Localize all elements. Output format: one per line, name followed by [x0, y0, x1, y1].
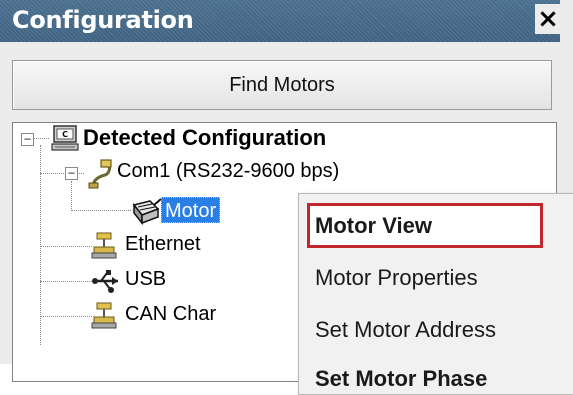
- tree-node-can[interactable]: CAN Char: [125, 303, 216, 326]
- tree-node-detected-configuration[interactable]: Detected Configuration: [83, 125, 326, 151]
- tree-node-usb[interactable]: USB: [125, 268, 166, 291]
- tree-connector-line: [71, 181, 72, 211]
- svg-text:C: C: [62, 130, 68, 139]
- configuration-panel: Configuration × Find Motors − C Detected…: [0, 0, 573, 395]
- context-menu: Motor View Motor Properties Set Motor Ad…: [298, 193, 573, 395]
- menu-item-motor-view[interactable]: Motor View: [315, 213, 432, 239]
- serial-cable-icon: [87, 159, 115, 193]
- computer-icon: C: [50, 124, 80, 156]
- tree-connector-line: [40, 281, 92, 282]
- ethernet-icon: [91, 231, 119, 265]
- panel-title: Configuration: [12, 6, 194, 34]
- menu-item-set-motor-address[interactable]: Set Motor Address: [315, 317, 496, 343]
- find-motors-button[interactable]: Find Motors: [12, 60, 552, 110]
- tree-connector-line: [40, 246, 92, 247]
- motor-icon: [128, 195, 162, 229]
- tree-node-motor[interactable]: Motor: [161, 197, 221, 223]
- title-bar: Configuration: [0, 0, 560, 42]
- can-icon: [91, 301, 119, 335]
- tree-node-ethernet[interactable]: Ethernet: [125, 233, 201, 256]
- tree-node-com1[interactable]: Com1 (RS232-9600 bps): [117, 160, 339, 183]
- tree-connector-line: [40, 316, 92, 317]
- usb-icon: [91, 266, 121, 300]
- menu-item-set-motor-phase[interactable]: Set Motor Phase: [315, 366, 487, 392]
- tree-connector-line: [71, 210, 131, 211]
- tree-connector-line: [40, 145, 41, 345]
- com1-collapse-toggle[interactable]: −: [65, 167, 78, 180]
- menu-item-motor-properties[interactable]: Motor Properties: [315, 265, 478, 291]
- close-icon[interactable]: ×: [535, 4, 561, 34]
- root-collapse-toggle[interactable]: −: [21, 133, 34, 146]
